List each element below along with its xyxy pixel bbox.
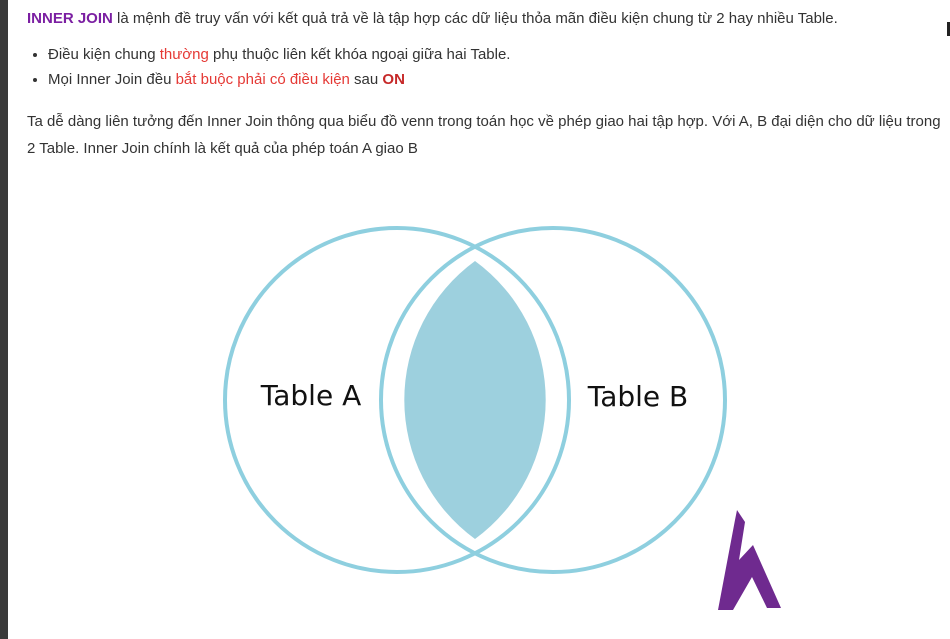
venn-label-a: Table A	[260, 379, 361, 412]
venn-intersection	[404, 261, 546, 539]
venn-label-b: Table B	[587, 380, 689, 413]
venn-diagram: Table A Table B	[223, 226, 781, 610]
logo	[718, 510, 781, 610]
logo-h-mark	[718, 510, 781, 610]
